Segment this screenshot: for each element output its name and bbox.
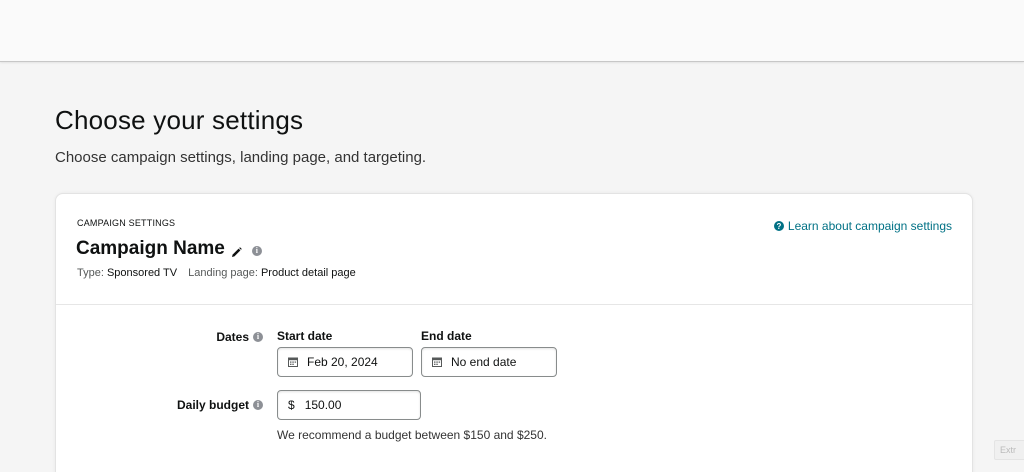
daily-budget-input[interactable]: $ 150.00 xyxy=(277,390,421,420)
help-icon: ? xyxy=(773,221,784,231)
daily-budget-info-icon[interactable]: i xyxy=(253,400,263,410)
end-date-caption: End date xyxy=(421,329,472,343)
learn-about-campaign-settings-link[interactable]: ? Learn about campaign settings xyxy=(773,219,952,233)
calendar-icon xyxy=(288,357,298,367)
campaign-settings-header: CAMPAIGN SETTINGS Campaign Name i Type: … xyxy=(56,194,972,305)
landing-page-label: Landing page: xyxy=(188,267,258,279)
end-date-input[interactable]: No end date xyxy=(421,347,557,377)
campaign-name-row: Campaign Name i xyxy=(76,238,262,260)
daily-budget-label-text: Daily budget xyxy=(176,398,249,412)
pencil-icon[interactable] xyxy=(231,245,242,257)
section-label: CAMPAIGN SETTINGS xyxy=(77,218,176,228)
daily-budget-value: 150.00 xyxy=(304,398,342,412)
campaign-meta: Type: Sponsored TV Landing page: Product… xyxy=(77,267,364,279)
budget-recommendation: We recommend a budget between $150 and $… xyxy=(277,428,547,442)
page-subtitle: Choose campaign settings, landing page, … xyxy=(55,149,427,166)
calendar-icon xyxy=(432,357,442,367)
type-label: Type: xyxy=(77,267,104,279)
start-date-caption: Start date xyxy=(277,329,333,343)
currency-symbol: $ xyxy=(288,398,295,412)
corner-badge[interactable]: Extr xyxy=(994,440,1024,460)
top-navigation-bar xyxy=(0,0,1024,62)
dates-label: Dates i xyxy=(116,330,263,344)
dates-label-text: Dates xyxy=(216,330,249,344)
start-date-input[interactable]: Feb 20, 2024 xyxy=(277,347,413,377)
landing-page-value: Product detail page xyxy=(260,267,356,279)
daily-budget-label: Daily budget i xyxy=(116,398,263,412)
campaign-settings-card: CAMPAIGN SETTINGS Campaign Name i Type: … xyxy=(55,193,973,472)
start-date-value: Feb 20, 2024 xyxy=(307,355,378,369)
info-icon[interactable]: i xyxy=(251,246,262,256)
type-value: Sponsored TV xyxy=(106,267,178,279)
learn-link-label: Learn about campaign settings xyxy=(787,219,952,233)
page-title: Choose your settings xyxy=(55,105,304,135)
campaign-name: Campaign Name xyxy=(76,238,225,259)
dates-info-icon[interactable]: i xyxy=(253,332,263,342)
end-date-value: No end date xyxy=(451,355,517,369)
